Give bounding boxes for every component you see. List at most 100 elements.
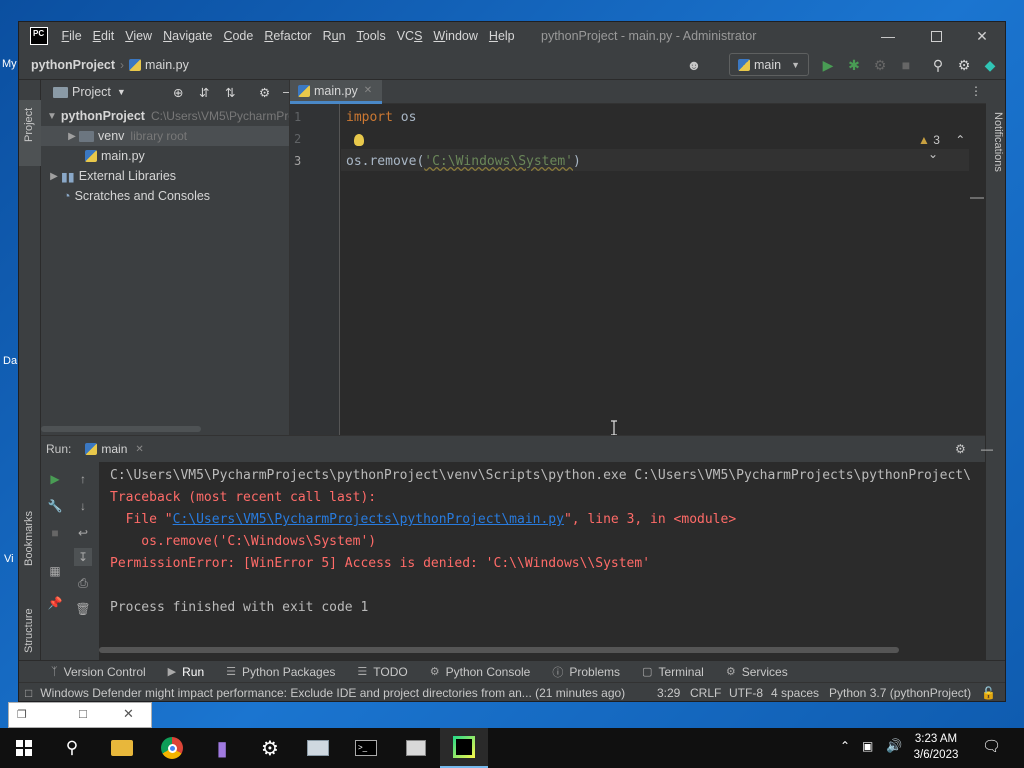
menu-item[interactable]: Help	[483, 22, 520, 50]
maximize-button[interactable]	[913, 22, 959, 50]
caret-position[interactable]: 3:29	[657, 686, 680, 700]
taskbar-visual-studio[interactable]: ▮	[198, 728, 246, 768]
locate-icon[interactable]: ⊕	[173, 85, 183, 100]
inspection-widget[interactable]: ▲ 3 ⌃ ⌄	[918, 133, 985, 161]
tool-window-button[interactable]: ⚙ Services	[726, 665, 788, 679]
pin-icon[interactable]: 📌	[46, 594, 64, 612]
network-icon[interactable]: ▣	[862, 739, 873, 753]
console-hscrollbar[interactable]	[99, 647, 899, 653]
close-window-button[interactable]: ✕	[959, 22, 1005, 50]
menu-item[interactable]: Navigate	[158, 22, 218, 50]
file-link[interactable]: C:\Users\VM5\PycharmProjects\pythonProje…	[173, 512, 564, 527]
menu-item[interactable]: VCS	[391, 22, 428, 50]
arrow-down-icon[interactable]: ↓	[74, 497, 92, 515]
run-tab-main[interactable]: main	[101, 442, 127, 456]
wrench-icon[interactable]: 🔧	[46, 497, 64, 515]
stop-icon[interactable]: ■	[46, 524, 64, 542]
taskbar-pycharm[interactable]	[440, 728, 488, 768]
start-button[interactable]	[0, 728, 48, 768]
chevron-down-icon[interactable]: ⌄	[928, 147, 938, 161]
run-console[interactable]: C:\Users\VM5\PycharmProjects\pythonProje…	[99, 462, 985, 661]
desktop-label-my[interactable]: My	[2, 58, 17, 70]
breadcrumb-project[interactable]: pythonProject	[31, 58, 115, 72]
gear-icon[interactable]: ⚙	[955, 442, 966, 456]
tree-root[interactable]: ▼ pythonProject C:\Users\VM5\PycharmProj…	[41, 106, 289, 126]
trash-icon[interactable]: 🗑	[74, 600, 92, 618]
desktop-label-vi[interactable]: Vi	[4, 553, 14, 565]
arrow-up-icon[interactable]: ↑	[74, 470, 92, 488]
stop-icon[interactable]: ■	[897, 56, 915, 74]
editor-tab-main[interactable]: main.py ✕	[290, 80, 382, 104]
tree-external-libraries[interactable]: ▶ ▮▮ External Libraries	[41, 166, 289, 186]
taskbar-chrome[interactable]	[148, 728, 196, 768]
search-icon[interactable]: ⚲	[929, 56, 947, 74]
indent-setting[interactable]: 4 spaces	[771, 686, 819, 700]
line-separator[interactable]: CRLF	[690, 686, 721, 700]
coverage-icon[interactable]: ⚙	[871, 56, 889, 74]
search-button[interactable]: ⚲	[48, 728, 96, 768]
tool-window-button[interactable]: ᛉ Version Control	[51, 665, 146, 679]
more-icon[interactable]: ⋮	[970, 84, 982, 98]
chevron-down-icon[interactable]: ▼	[47, 111, 57, 122]
menu-item[interactable]: Window	[428, 22, 483, 50]
chevron-down-icon[interactable]: ▼	[117, 87, 126, 97]
settings-icon[interactable]: ⚙	[955, 56, 973, 74]
close-icon[interactable]: ✕	[123, 706, 134, 722]
menu-item[interactable]: Run	[317, 22, 351, 50]
debug-icon[interactable]: ✱	[845, 56, 863, 74]
soft-wrap-icon[interactable]: ↩	[74, 524, 92, 542]
menu-item[interactable]: Refactor	[259, 22, 317, 50]
run-config-selector[interactable]: main ▼	[729, 53, 809, 76]
lightbulb-icon[interactable]	[354, 134, 364, 146]
tool-window-button[interactable]: ☰ Python Packages	[226, 665, 335, 679]
interpreter-selector[interactable]: Python 3.7 (pythonProject)	[829, 686, 971, 700]
chevron-up-icon[interactable]: ⌃	[955, 133, 965, 147]
gear-icon[interactable]: ⚙	[259, 85, 270, 100]
menu-item[interactable]: View	[120, 22, 158, 50]
structure-tool-button[interactable]: Structure	[23, 608, 35, 653]
print-icon[interactable]: ⎙	[74, 574, 92, 592]
clock[interactable]: 3:23 AM 3/6/2023	[908, 731, 964, 763]
chevron-right-icon[interactable]: ▶	[47, 171, 61, 182]
maximize-icon[interactable]: □	[79, 706, 87, 721]
tool-window-button[interactable]: ⚙ Python Console	[430, 665, 531, 679]
tool-window-button[interactable]: ☰ TODO	[357, 665, 407, 679]
status-message[interactable]: Windows Defender might impact performanc…	[40, 686, 648, 700]
close-icon[interactable]: ✕	[135, 444, 143, 455]
menu-item[interactable]: File	[56, 22, 87, 50]
close-icon[interactable]: ✕	[364, 85, 372, 96]
event-log-icon[interactable]: □	[25, 686, 32, 700]
taskbar-remote-desktop[interactable]	[294, 728, 342, 768]
tool-window-button[interactable]: ▶ Run	[168, 665, 204, 679]
file-encoding[interactable]: UTF-8	[729, 686, 763, 700]
jetbrains-icon[interactable]: ◆	[981, 56, 999, 74]
user-icon[interactable]: ☻	[685, 56, 703, 74]
tree-venv[interactable]: ▶ venv library root	[41, 126, 289, 146]
menu-item[interactable]: Tools	[351, 22, 391, 50]
project-hscrollbar[interactable]	[41, 426, 201, 432]
hide-icon[interactable]: —	[981, 442, 993, 456]
code-line-3[interactable]: os.remove('C:\Windows\System')	[346, 154, 581, 169]
volume-icon[interactable]: 🔊	[886, 738, 902, 754]
code-line-1[interactable]: import os	[346, 110, 416, 125]
notifications-tool-button[interactable]: Notifications	[992, 112, 1004, 172]
chevron-right-icon[interactable]: ▶	[65, 131, 79, 142]
tool-window-button[interactable]: ⓘ Problems	[552, 664, 620, 680]
minimize-button[interactable]: —	[865, 22, 911, 50]
collapse-all-icon[interactable]: ⇅	[225, 85, 235, 100]
taskbar-terminal[interactable]: >_	[342, 728, 390, 768]
tree-scratches[interactable]: ◔ Scratches and Consoles	[41, 186, 289, 206]
breadcrumb-file[interactable]: main.py	[145, 58, 189, 72]
expand-all-icon[interactable]: ⇵	[199, 85, 209, 100]
chevron-up-icon[interactable]: ⌃	[840, 739, 850, 753]
notifications-icon[interactable]: 🗨	[982, 737, 1001, 755]
project-tool-button[interactable]: Project	[23, 108, 35, 142]
rerun-icon[interactable]: ▶	[46, 470, 64, 488]
restore-icon[interactable]: ❐	[17, 708, 27, 721]
scroll-to-end-icon[interactable]: ↧	[74, 548, 92, 566]
tree-main-file[interactable]: main.py	[41, 146, 289, 166]
project-panel-title[interactable]: Project	[72, 85, 111, 99]
lock-icon[interactable]: 🔓	[981, 686, 996, 700]
tool-window-button[interactable]: ▢ Terminal	[642, 665, 704, 679]
taskbar-package-manager[interactable]	[392, 728, 440, 768]
